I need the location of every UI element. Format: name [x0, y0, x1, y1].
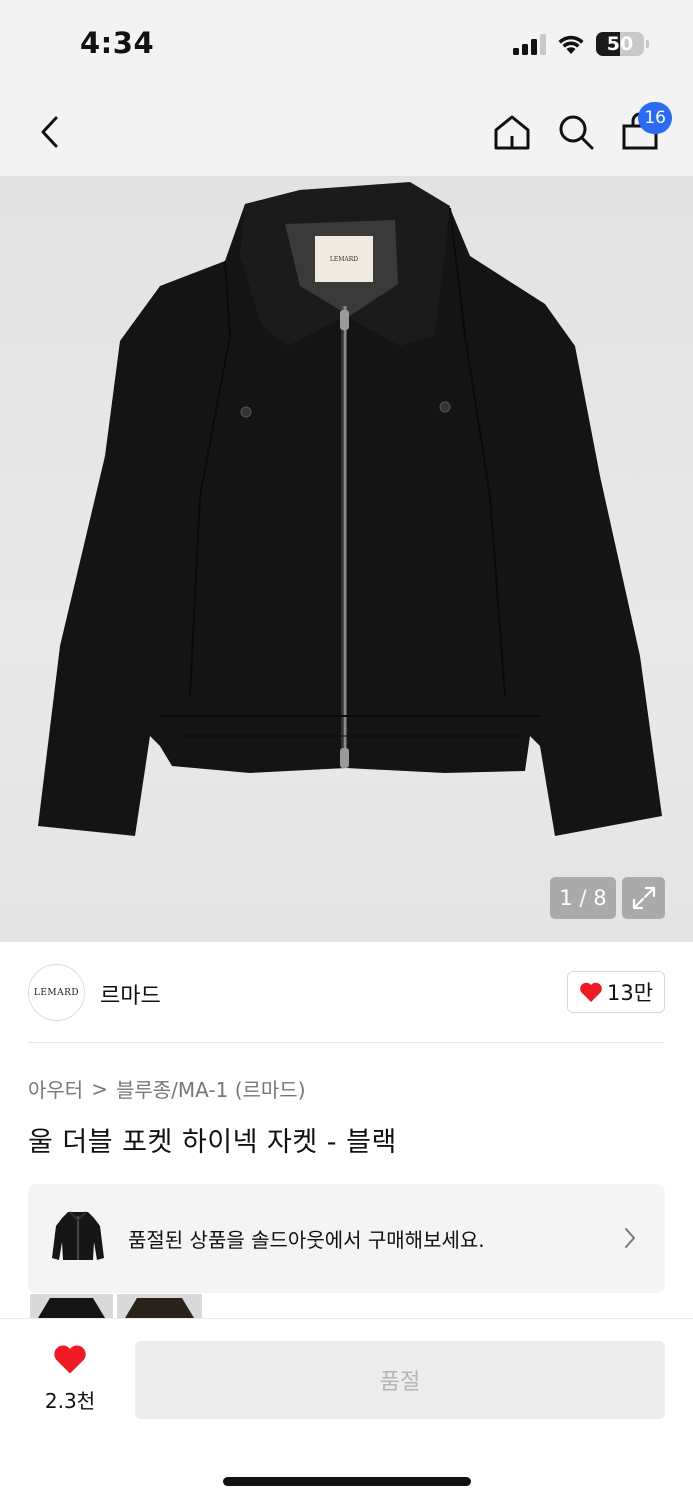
cart-button[interactable]: 16 [614, 102, 672, 158]
battery-percent: 50 [606, 33, 634, 55]
brand-like-button[interactable]: 13만 [567, 971, 665, 1013]
wifi-icon [558, 35, 584, 54]
chevron-left-icon [41, 116, 58, 148]
product-title: 울 더블 포켓 하이넥 자켓 - 블랙 [28, 1127, 397, 1158]
search-icon [559, 115, 594, 150]
heart-icon [580, 982, 602, 1002]
garment-label: LEMARD [330, 256, 358, 263]
chevron-right-icon [625, 1228, 635, 1248]
thumbnail-brown-image [117, 1294, 202, 1318]
status-bar: 4:34 50 [0, 0, 693, 88]
home-indicator [223, 1477, 471, 1486]
brand-like-count: 13만 [606, 981, 654, 1005]
search-button[interactable] [550, 106, 602, 158]
breadcrumb-category[interactable]: 아우터 [28, 1074, 83, 1103]
product-image[interactable]: LEMARD [0, 176, 693, 942]
back-button[interactable] [24, 106, 76, 158]
color-option-thumbnail[interactable] [30, 1294, 113, 1318]
expand-icon [632, 886, 655, 910]
brand-logo[interactable]: LEMARD [28, 964, 85, 1021]
banner-thumbnail [52, 1211, 104, 1260]
breadcrumb-separator: > [91, 1076, 108, 1101]
battery-indicator: 50 [596, 32, 649, 56]
wish-button[interactable] [52, 1343, 88, 1379]
cart-count-badge: 16 [638, 102, 672, 134]
thumbnail-black-image [30, 1294, 113, 1318]
cellular-signal-icon [513, 33, 546, 55]
top-nav-bar: 16 [0, 88, 693, 176]
home-icon [494, 115, 530, 150]
home-button[interactable] [486, 106, 538, 158]
bottom-action-bar: 2.3천 품절 [0, 1318, 693, 1500]
jacket-image: LEMARD [38, 182, 662, 836]
soldout-banner[interactable]: 품절된 상품을 솔드아웃에서 구매해보세요. [28, 1184, 665, 1293]
brand-row[interactable]: LEMARD 르마드 13만 [28, 964, 665, 1022]
breadcrumb-subcategory[interactable]: 블루종/MA-1 (르마드) [116, 1074, 306, 1103]
divider [28, 1042, 665, 1043]
soldout-banner-text: 품절된 상품을 솔드아웃에서 구매해보세요. [128, 1228, 485, 1252]
expand-image-button[interactable] [622, 877, 665, 919]
status-icons: 50 [513, 32, 649, 56]
status-time: 4:34 [80, 26, 155, 60]
breadcrumb: 아우터 > 블루종/MA-1 (르마드) [28, 1074, 306, 1103]
wish-count: 2.3천 [44, 1389, 96, 1413]
heart-icon [54, 1345, 86, 1374]
brand-name[interactable]: 르마드 [100, 978, 161, 1010]
image-counter: 1 / 8 [550, 877, 616, 919]
color-option-thumbnail[interactable] [117, 1294, 202, 1318]
soldout-buy-button[interactable]: 품절 [135, 1341, 665, 1419]
